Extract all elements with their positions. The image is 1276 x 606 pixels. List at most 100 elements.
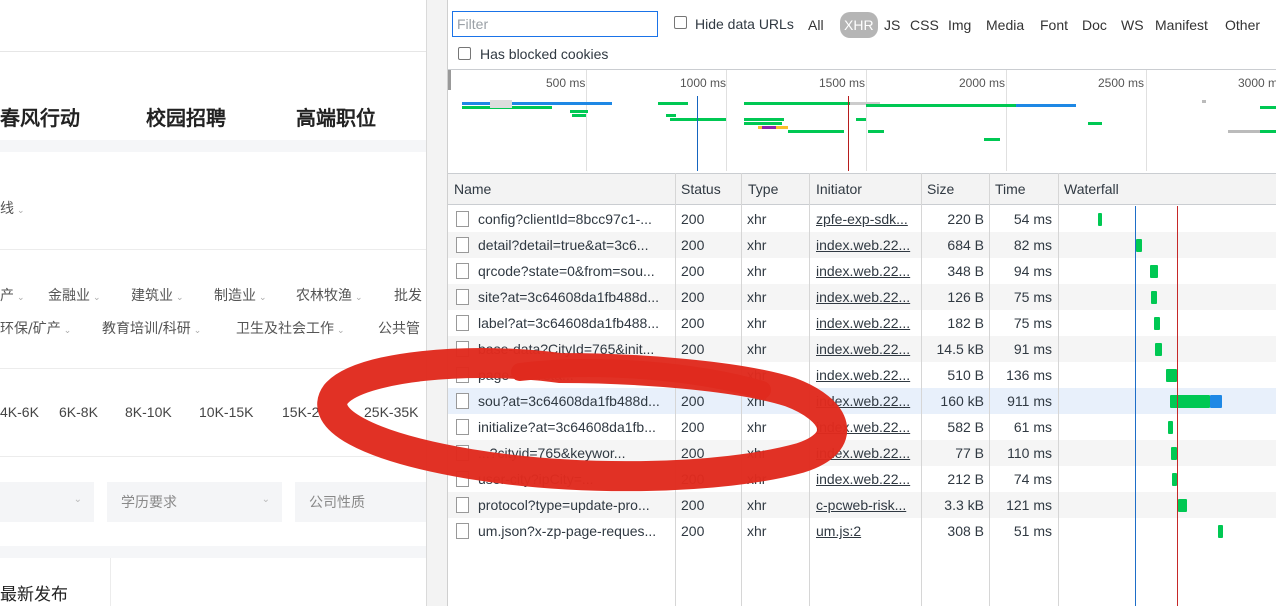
request-initiator[interactable]: index.web.22... [816, 440, 916, 466]
column-header-name[interactable]: Name [448, 174, 491, 205]
column-header-status[interactable]: Status [675, 174, 721, 205]
industry-option[interactable]: 农林牧渔 ⌄ [296, 285, 363, 305]
sort-latest-tab[interactable]: 最新发布 [0, 580, 68, 605]
nav-spring-campaign[interactable]: 春风行动 [0, 102, 80, 131]
request-status: 200 [681, 523, 705, 539]
waterfall-waiting-bar[interactable] [1154, 317, 1160, 330]
type-filter-ws[interactable]: WS [1119, 12, 1146, 38]
request-initiator[interactable]: index.web.22... [816, 362, 916, 388]
waterfall-waiting-bar[interactable] [1168, 421, 1173, 434]
hide-data-urls-checkbox[interactable] [674, 16, 687, 29]
request-row[interactable]: page-title?sta... 200 xhr index.web.22... 51… [448, 362, 1276, 388]
chevron-down-icon: ⌄ [193, 326, 202, 336]
request-row[interactable]: sou?at=3c64608da1fb488d... 200 xhr index.we… [448, 388, 1276, 414]
request-initiator[interactable]: c-pcweb-risk... [816, 492, 916, 518]
request-row[interactable]: initialize?at=3c64608da1fb... 200 xhr index… [448, 414, 1276, 440]
waterfall-waiting-bar[interactable] [1150, 265, 1158, 278]
request-row[interactable]: qrcode?state=0&from=sou... 200 xhr index.we… [448, 258, 1276, 284]
request-initiator[interactable]: index.web.22... [816, 258, 916, 284]
waterfall-waiting-bar[interactable] [1170, 395, 1210, 408]
type-filter-img[interactable]: Img [946, 12, 973, 38]
type-filter-font[interactable]: Font [1038, 12, 1070, 38]
salary-option[interactable]: 4K-6K [0, 404, 39, 420]
type-filter-xhr[interactable]: XHR [840, 12, 878, 38]
nav-campus-recruit[interactable]: 校园招聘 [146, 102, 226, 131]
column-header-type[interactable]: Type [742, 174, 778, 205]
request-initiator[interactable]: um.js:2 [816, 518, 916, 544]
request-row[interactable]: protocol?type=update-pro... 200 xhr c-pcweb… [448, 492, 1276, 518]
salary-option[interactable]: 10K-15K [199, 404, 253, 420]
request-row[interactable]: um.json?x-zp-page-reques... 200 xhr um.js:2… [448, 518, 1276, 544]
has-blocked-cookies-checkbox[interactable] [458, 47, 471, 60]
overview-gridline [1006, 70, 1007, 171]
chevron-down-icon: ⌄ [176, 293, 184, 303]
request-initiator[interactable]: index.web.22... [816, 310, 916, 336]
education-filter[interactable]: 学历要求 ⌄ [107, 482, 282, 522]
overview-bar [744, 118, 784, 121]
industry-option[interactable]: 产 ⌄ [0, 285, 25, 305]
industry-option[interactable]: 教育培训/科研 ⌄ [102, 318, 201, 338]
request-status: 200 [681, 315, 705, 331]
request-row[interactable]: base-data?CityId=765&init... 200 xhr index.… [448, 336, 1276, 362]
industry-option[interactable]: 批发 [394, 285, 422, 305]
type-filter-manifest[interactable]: Manifest [1153, 12, 1210, 38]
timeline-overview[interactable]: 500 ms 1000 ms 1500 ms 2000 ms 2500 ms 3… [448, 70, 1276, 171]
waterfall-waiting-bar[interactable] [1155, 343, 1162, 356]
request-size: 212 B [947, 471, 984, 487]
column-header-initiator[interactable]: Initiator [810, 174, 862, 205]
city-selector[interactable]: 线 ⌄ [0, 198, 25, 218]
divider-line [0, 368, 426, 369]
nav-senior-positions[interactable]: 高端职位 [296, 102, 376, 131]
type-filter-media[interactable]: Media [984, 12, 1026, 38]
waterfall-waiting-bar[interactable] [1151, 291, 1157, 304]
site-top-bar [0, 0, 426, 52]
waterfall-waiting-bar[interactable] [1166, 369, 1177, 382]
type-filter-all[interactable]: All [806, 12, 826, 38]
filter-input[interactable] [452, 11, 658, 37]
request-row[interactable]: label?at=3c64608da1fb488... 200 xhr index.w… [448, 310, 1276, 336]
salary-option[interactable]: 8K-10K [125, 404, 172, 420]
waterfall-waiting-bar[interactable] [1098, 213, 1102, 226]
industry-option[interactable]: 建筑业 ⌄ [131, 285, 184, 305]
type-filter-js[interactable]: JS [882, 12, 902, 38]
industry-option[interactable]: 公共管 [378, 318, 420, 338]
waterfall-waiting-bar[interactable] [1136, 239, 1142, 252]
column-header-size[interactable]: Size [921, 174, 954, 205]
request-initiator[interactable]: index.web.22... [816, 388, 916, 414]
request-initiator[interactable]: index.web.22... [816, 466, 916, 492]
section-gap [0, 546, 426, 558]
devtools-splitter[interactable] [426, 0, 448, 606]
request-initiator[interactable]: index.web.22... [816, 232, 916, 258]
request-row[interactable]: config?clientId=8bcc97c1-... 200 xhr zpfe-e… [448, 206, 1276, 232]
waterfall-download-bar[interactable] [1210, 395, 1222, 408]
request-time: 61 ms [1013, 419, 1052, 435]
type-filter-other[interactable]: Other [1223, 12, 1262, 38]
waterfall-waiting-bar[interactable] [1218, 525, 1223, 538]
request-row[interactable]: site?at=3c64608da1fb488d... 200 xhr index.w… [448, 284, 1276, 310]
industry-option[interactable]: 环保/矿产 ⌄ [0, 318, 71, 338]
request-initiator[interactable]: zpfe-exp-sdk... [816, 206, 916, 232]
type-filter-doc[interactable]: Doc [1080, 12, 1109, 38]
salary-option[interactable]: 15K-2 [282, 404, 319, 420]
request-initiator[interactable]: index.web.22... [816, 336, 916, 362]
industry-option[interactable]: 制造业 ⌄ [214, 285, 267, 305]
salary-option[interactable]: 25K-35K [364, 404, 418, 420]
request-initiator[interactable]: index.web.22... [816, 284, 916, 310]
industry-option[interactable]: 金融业 ⌄ [48, 285, 101, 305]
request-initiator[interactable]: index.web.22... [816, 414, 916, 440]
column-header-time[interactable]: Time [989, 174, 1026, 205]
filter-dropdown[interactable]: ⌄ [0, 482, 94, 522]
type-filter-css[interactable]: CSS [908, 12, 941, 38]
devtools-network-panel: Hide data URLs All XHR JS CSS Img Media … [448, 0, 1276, 606]
industry-option[interactable]: 卫生及社会工作 ⌄ [236, 318, 345, 338]
waterfall-waiting-bar[interactable] [1178, 499, 1187, 512]
request-row[interactable]: detail?detail=true&at=3c6... 200 xhr index.… [448, 232, 1276, 258]
request-row[interactable]: ...?cityid=765&keywor... 200 xhr index.web.… [448, 440, 1276, 466]
request-row[interactable]: user-city?ipCity=... 200 xhr index.web.22..… [448, 466, 1276, 492]
request-time: 121 ms [1006, 497, 1052, 513]
company-type-filter[interactable]: 公司性质 [295, 482, 426, 522]
column-header-waterfall[interactable]: Waterfall [1058, 174, 1119, 205]
salary-option[interactable]: 6K-8K [59, 404, 98, 420]
request-name: label?at=3c64608da1fb488... [478, 315, 659, 331]
request-status: 200 [681, 263, 705, 279]
